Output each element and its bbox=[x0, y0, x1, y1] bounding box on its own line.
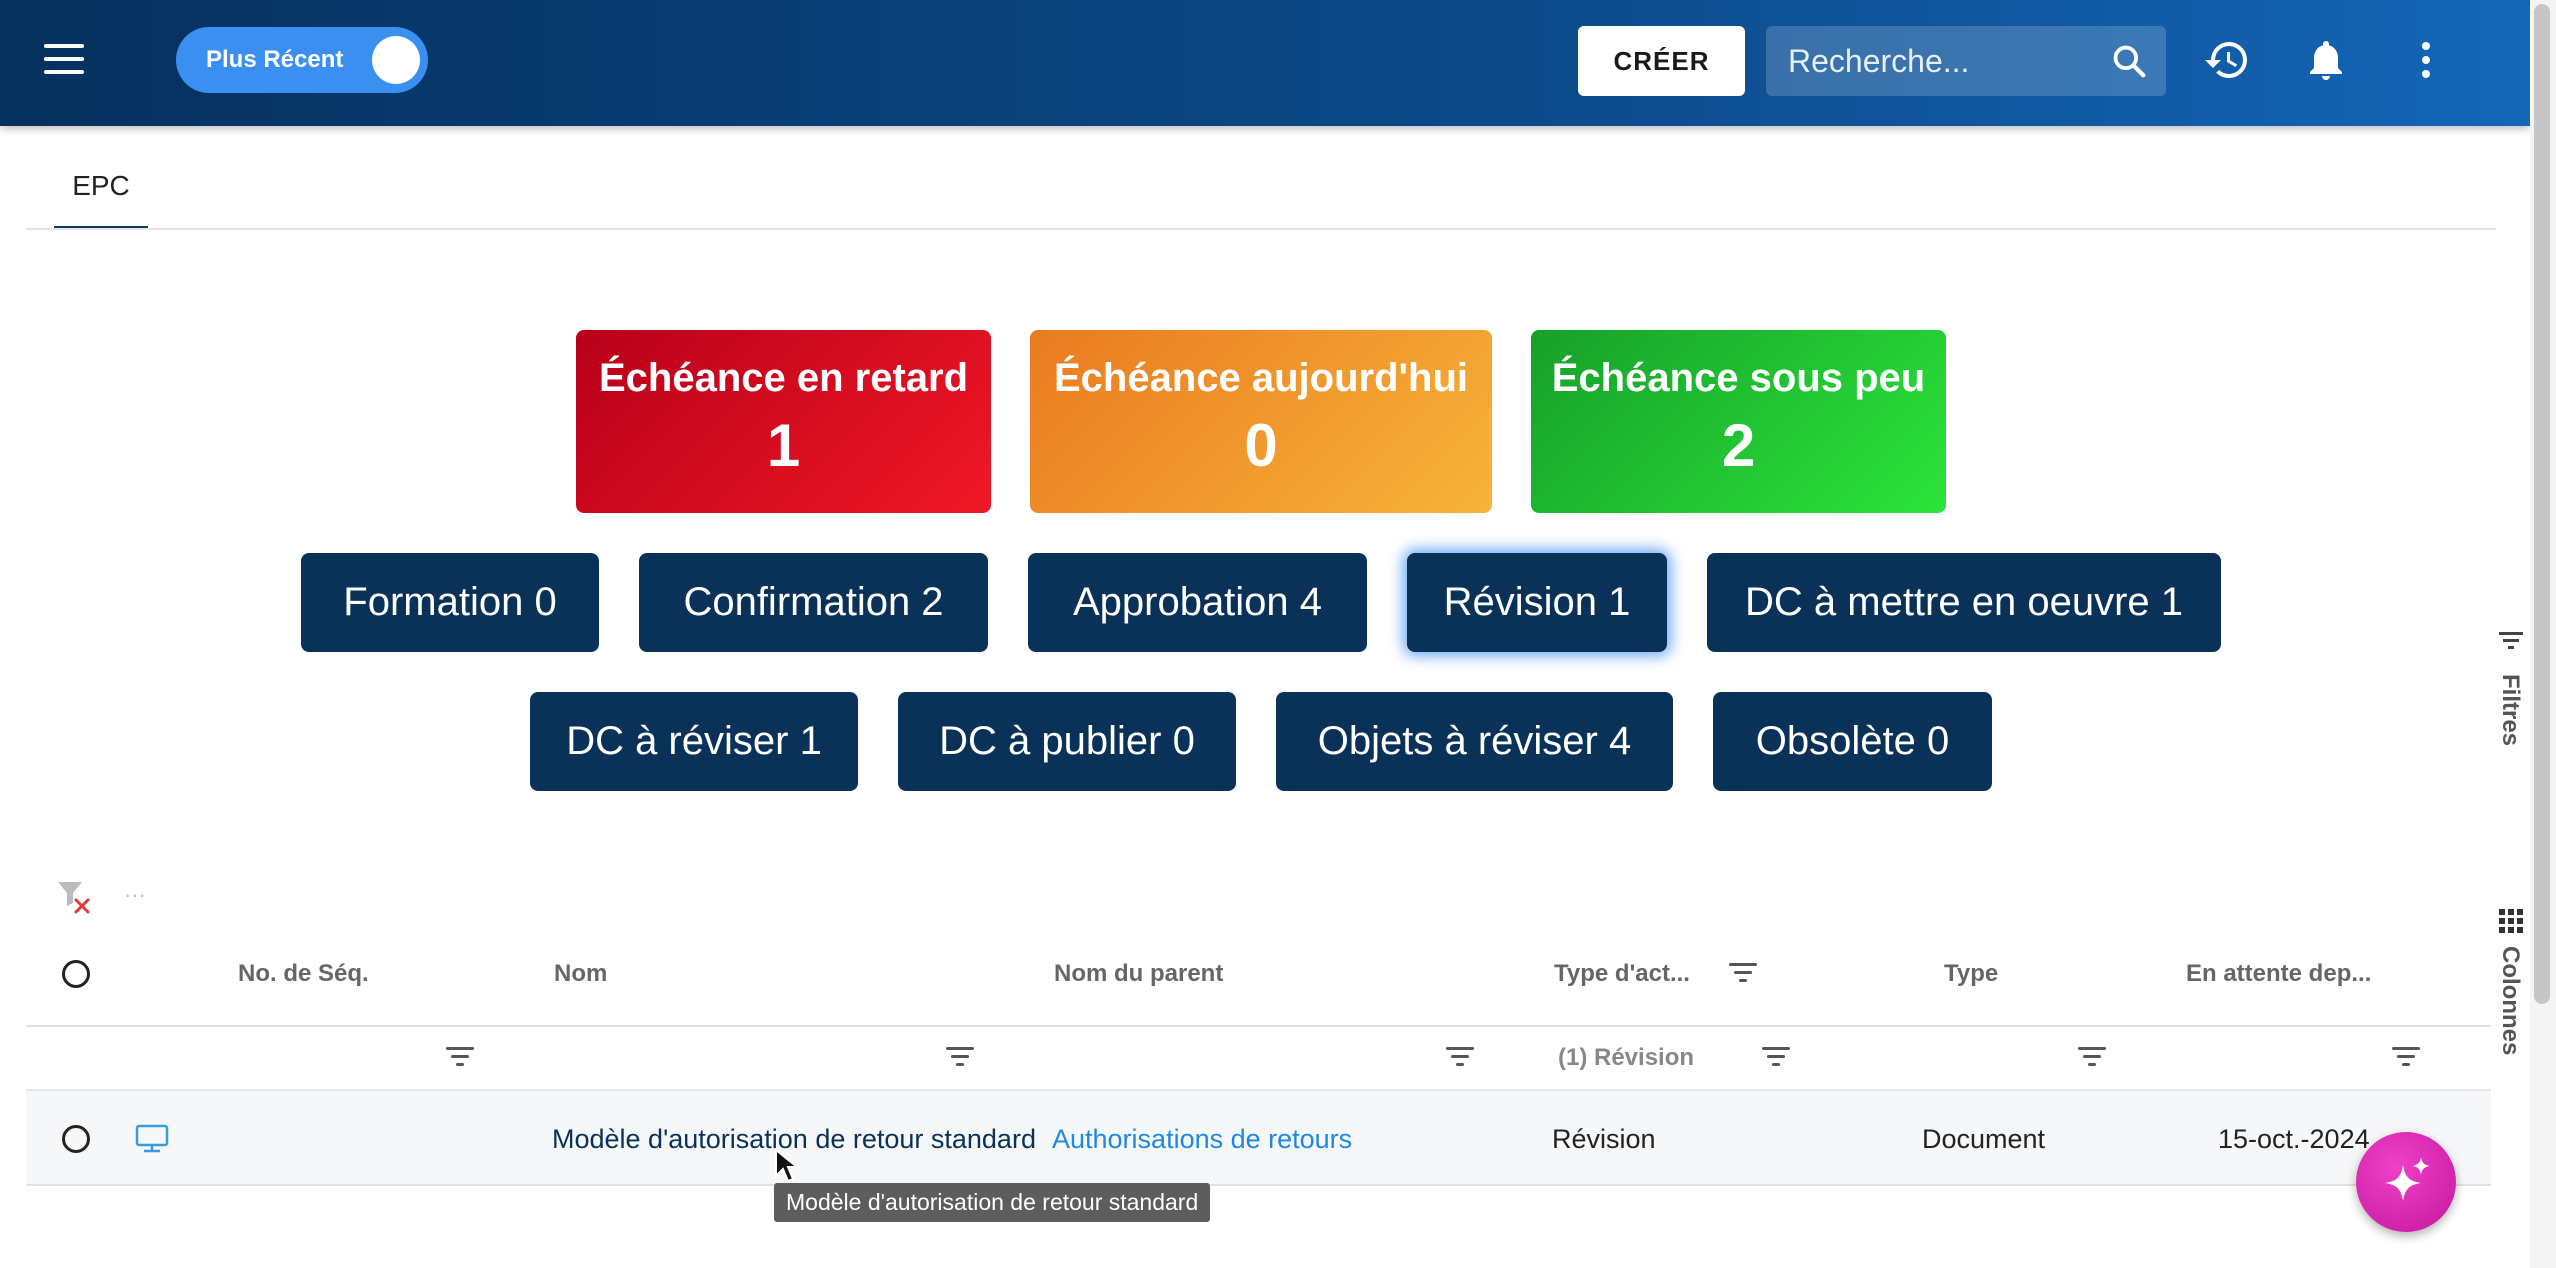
top-app-bar: Plus Récent CRÉER bbox=[0, 0, 2530, 126]
action-type-filter-active-icon[interactable] bbox=[1729, 963, 1757, 985]
search-input[interactable] bbox=[1786, 26, 2086, 96]
create-button[interactable]: CRÉER bbox=[1578, 26, 1745, 96]
tab-divider bbox=[26, 228, 2496, 230]
column-header-type[interactable]: Type bbox=[1944, 960, 1998, 988]
action-type-filter-value[interactable]: (1) Révision bbox=[1558, 1044, 1694, 1072]
due-today-card[interactable]: Échéance aujourd'hui 0 bbox=[1030, 330, 1492, 513]
page-scrollbar[interactable] bbox=[2530, 0, 2556, 1268]
filters-panel-label[interactable]: Filtres bbox=[2496, 674, 2524, 746]
category-formation-button[interactable]: Formation 0 bbox=[301, 553, 599, 652]
category-revision-button[interactable]: Révision 1 bbox=[1407, 553, 1667, 652]
history-icon[interactable] bbox=[2199, 32, 2255, 88]
columns-panel-label[interactable]: Colonnes bbox=[2496, 946, 2524, 1055]
more-options-icon[interactable] bbox=[2398, 32, 2454, 88]
due-overdue-card[interactable]: Échéance en retard 1 bbox=[576, 330, 991, 513]
category-dc-to-revise-button[interactable]: DC à réviser 1 bbox=[530, 692, 858, 791]
filters-icon[interactable] bbox=[2498, 630, 2524, 652]
action-type-filter-icon[interactable] bbox=[1762, 1047, 1790, 1069]
row-parent-link[interactable]: Authorisations de retours bbox=[1052, 1124, 1352, 1155]
type-filter-icon[interactable] bbox=[2078, 1047, 2106, 1069]
tab-epc[interactable]: EPC bbox=[54, 150, 148, 230]
side-rail: Filtres Colonnes bbox=[2490, 630, 2530, 1090]
notifications-bell-icon[interactable] bbox=[2298, 32, 2354, 88]
category-dc-to-implement-button[interactable]: DC à mettre en oeuvre 1 bbox=[1707, 553, 2221, 652]
row-waiting-since: 15-oct.-2024 bbox=[2218, 1124, 2370, 1154]
row-divider bbox=[26, 1184, 2491, 1186]
category-approbation-button[interactable]: Approbation 4 bbox=[1028, 553, 1367, 652]
name-tooltip: Modèle d'autorisation de retour standard bbox=[774, 1183, 1211, 1222]
due-soon-card[interactable]: Échéance sous peu 2 bbox=[1531, 330, 1946, 513]
search-box bbox=[1766, 26, 2166, 96]
due-today-count: 0 bbox=[1244, 412, 1278, 479]
parent-filter-icon[interactable] bbox=[1446, 1047, 1474, 1069]
column-header-action-type[interactable]: Type d'act... bbox=[1554, 960, 1690, 988]
row-action-type: Révision bbox=[1552, 1124, 1656, 1154]
row-type: Document bbox=[1922, 1124, 2046, 1154]
row-select-radio[interactable] bbox=[62, 1125, 90, 1153]
column-header-waiting-since[interactable]: En attente dep... bbox=[2186, 960, 2371, 988]
header-divider bbox=[26, 1025, 2491, 1027]
sparkle-icon bbox=[2385, 1157, 2430, 1201]
scrollbar-thumb[interactable] bbox=[2534, 4, 2550, 1004]
clear-filters-icon[interactable] bbox=[56, 880, 94, 914]
recent-toggle-label: Plus Récent bbox=[206, 46, 344, 73]
more-actions-icon[interactable]: ··· bbox=[124, 882, 146, 908]
mouse-cursor-icon bbox=[775, 1148, 800, 1183]
column-header-name[interactable]: Nom bbox=[554, 960, 607, 988]
columns-grid-icon[interactable] bbox=[2498, 908, 2524, 934]
waiting-since-filter-icon[interactable] bbox=[2392, 1047, 2420, 1069]
due-today-title: Échéance aujourd'hui bbox=[1053, 356, 1469, 400]
category-objects-to-review-button[interactable]: Objets à réviser 4 bbox=[1276, 692, 1673, 791]
select-all-radio[interactable] bbox=[62, 960, 90, 988]
name-filter-icon[interactable] bbox=[946, 1047, 974, 1069]
hamburger-menu-icon[interactable] bbox=[44, 44, 84, 74]
seq-filter-icon[interactable] bbox=[446, 1047, 474, 1069]
column-header-parent[interactable]: Nom du parent bbox=[1054, 960, 1223, 988]
ai-assistant-sparkle-button[interactable] bbox=[2356, 1132, 2456, 1232]
toggle-knob bbox=[372, 36, 420, 84]
due-overdue-title: Échéance en retard bbox=[598, 356, 969, 400]
due-soon-count: 2 bbox=[1721, 412, 1756, 479]
category-confirmation-button[interactable]: Confirmation 2 bbox=[639, 553, 988, 652]
due-overdue-count: 1 bbox=[766, 412, 801, 479]
category-dc-to-publish-button[interactable]: DC à publier 0 bbox=[898, 692, 1236, 791]
due-soon-title: Échéance sous peu bbox=[1551, 356, 1926, 400]
search-icon[interactable] bbox=[2110, 42, 2148, 80]
desktop-monitor-icon bbox=[135, 1124, 169, 1153]
recent-toggle[interactable]: Plus Récent bbox=[176, 27, 428, 93]
column-header-seq[interactable]: No. de Séq. bbox=[238, 960, 369, 988]
category-obsolete-button[interactable]: Obsolète 0 bbox=[1713, 692, 1992, 791]
